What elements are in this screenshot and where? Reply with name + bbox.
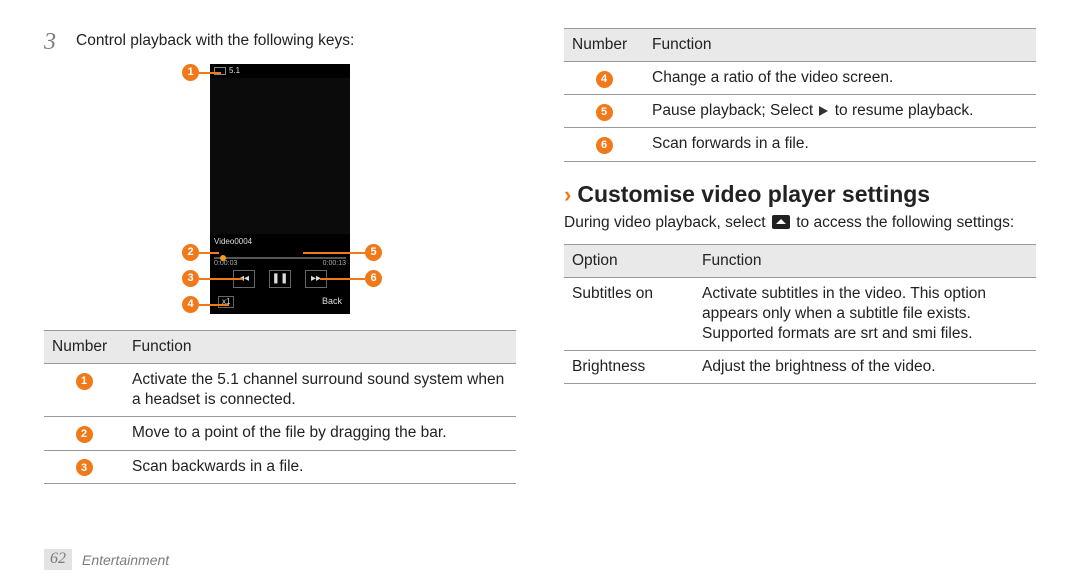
video-title: Video0004 [210,234,350,247]
surround-51-icon [214,67,226,75]
callout-badge-6: 6 [365,270,382,287]
row-badge: 3 [76,459,93,476]
step-3: 3 Control playback with the following ke… [44,28,516,54]
section-heading-customise: › Customise video player settings [564,180,1036,210]
th-function: Function [644,29,1036,62]
video-area [210,78,350,234]
settings-menu-icon [772,215,790,229]
phone-screenshot: 1 2 3 4 5 6 5.1 Video0004 [176,64,384,316]
row-function: Activate the 5.1 channel surround sound … [124,364,516,417]
row-badge: 1 [76,373,93,390]
th-option: Option [564,244,694,277]
section-name: Entertainment [82,551,169,569]
table-row: 5 Pause playback; Select to resume playb… [564,95,1036,128]
row-badge: 4 [596,71,613,88]
table-row: 4 Change a ratio of the video screen. [564,62,1036,95]
controls-table-right: Number Function 4 Change a ratio of the … [564,28,1036,162]
table-row: Subtitles on Activate subtitles in the v… [564,277,1036,350]
row-badge: 2 [76,426,93,443]
table-row: 3 Scan backwards in a file. [44,450,516,483]
step-number: 3 [44,28,68,54]
callout-line-5 [303,252,365,254]
page-number: 62 [44,549,72,570]
callout-badge-3: 3 [182,270,199,287]
row-badge: 6 [596,137,613,154]
phone-status-bar: 5.1 [210,64,350,78]
option-function: Activate subtitles in the video. This op… [694,277,1036,350]
row-function: Scan forwards in a file. [644,128,1036,161]
callout-badge-2: 2 [182,244,199,261]
row-function: Pause playback; Select to resume playbac… [644,95,1036,128]
play-icon [819,106,828,116]
heading-text: Customise video player settings [577,180,930,210]
table-row: 1 Activate the 5.1 channel surround soun… [44,364,516,417]
th-function: Function [694,244,1036,277]
callout-badge-5: 5 [365,244,382,261]
callout-line-1 [199,72,221,74]
settings-intro: During video playback, select to access … [564,213,1036,233]
controls-table-left: Number Function 1 Activate the 5.1 chann… [44,330,516,484]
callout-badge-1: 1 [182,64,199,81]
option-name: Subtitles on [564,277,694,350]
phone-bottom-row: x1 Back [210,292,350,314]
th-function: Function [124,331,516,364]
row-badge: 5 [596,104,613,121]
back-button[interactable]: Back [322,296,342,308]
table-row: Brightness Adjust the brightness of the … [564,351,1036,384]
table-row: 6 Scan forwards in a file. [564,128,1036,161]
row-function: Move to a point of the file by dragging … [124,417,516,450]
callout-line-2 [199,252,219,254]
time-elapsed: 0:00:03 [214,259,237,268]
step-text: Control playback with the following keys… [76,28,516,51]
callout-line-4 [199,304,229,306]
settings-table: Option Function Subtitles on Activate su… [564,244,1036,385]
chevron-right-icon: › [564,184,571,206]
time-total: 0:00:13 [323,259,346,268]
callout-line-3 [199,278,243,280]
option-function: Adjust the brightness of the video. [694,351,1036,384]
pause-button[interactable]: ❚❚ [269,270,291,288]
row-function: Change a ratio of the video screen. [644,62,1036,95]
surround-51-label: 5.1 [229,66,240,76]
option-name: Brightness [564,351,694,384]
table-row: 2 Move to a point of the file by draggin… [44,417,516,450]
phone-frame: 5.1 Video0004 0:00:03 0:00:13 ◂◂ ❚❚ ▸▸ x… [210,64,350,314]
th-number: Number [564,29,644,62]
row-function: Scan backwards in a file. [124,450,516,483]
callout-line-6 [320,278,365,280]
aspect-ratio-button[interactable]: x1 [218,296,234,308]
callout-badge-4: 4 [182,296,199,313]
th-number: Number [44,331,124,364]
page-footer: 62 Entertainment [44,549,169,570]
